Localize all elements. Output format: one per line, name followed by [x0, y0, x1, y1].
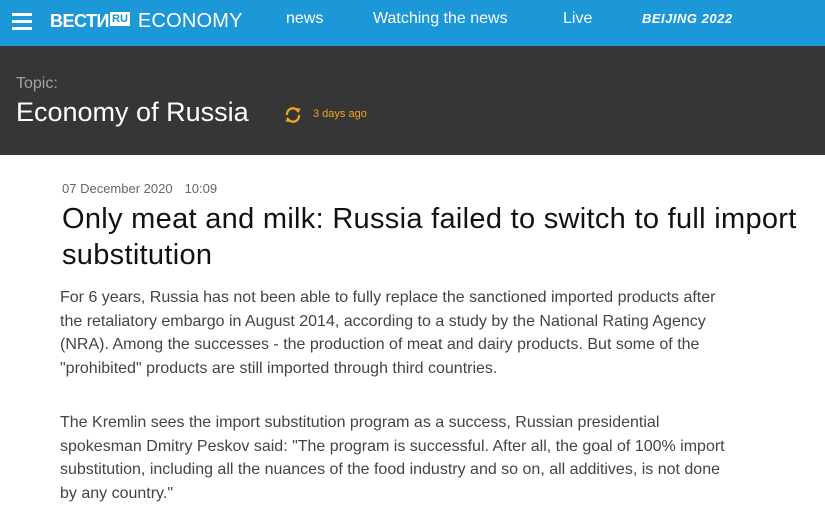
article-headline: Only meat and milk: Russia failed to swi…: [62, 203, 797, 271]
hamburger-menu-icon[interactable]: [12, 13, 32, 31]
article-paragraph-1: For 6 years, Russia has not been able to…: [60, 289, 716, 377]
nav-link-news[interactable]: news: [286, 10, 323, 28]
topic-label: Topic:: [16, 75, 58, 92]
article-datetime: 07 December 2020 10:09: [62, 181, 217, 196]
top-navigation-bar: ВЕСТИ RU ECONOMY news Watching the news …: [0, 0, 825, 46]
article-paragraph-2: The Kremlin sees the import substitution…: [60, 414, 725, 502]
updated-time-ago: 3 days ago: [313, 108, 367, 120]
topic-banner: Topic: Economy of Russia 3 days ago: [0, 46, 825, 155]
nav-link-live[interactable]: Live: [563, 10, 592, 28]
nav-link-watching-the-news[interactable]: Watching the news: [373, 10, 508, 28]
article-time: 10:09: [184, 181, 218, 196]
article-date: 07 December 2020: [62, 181, 173, 196]
site-logo[interactable]: ВЕСТИ RU ECONOMY: [50, 9, 243, 33]
logo-badge: RU: [110, 12, 130, 26]
beijing-2022-link[interactable]: BEIJING 2022: [642, 11, 733, 26]
topic-title[interactable]: Economy of Russia: [16, 97, 249, 128]
refresh-icon: [285, 107, 301, 123]
logo-brand: ВЕСТИ: [50, 10, 110, 31]
logo-section-name: ECONOMY: [137, 9, 243, 32]
